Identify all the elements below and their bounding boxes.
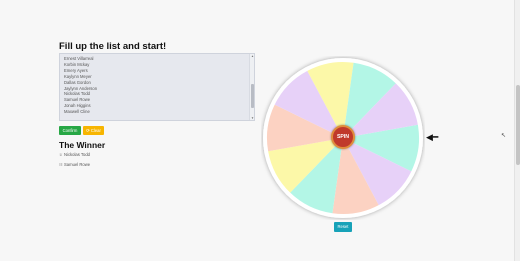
winner-title: The Winner (59, 140, 106, 150)
winner-item: ♕Nickolas Todd (59, 152, 90, 157)
arrow-left-icon: ◀━ (426, 132, 439, 142)
winner-item: ☷Samuel Rowe (59, 162, 90, 167)
winner-name: Nickolas Todd (64, 152, 90, 157)
scroll-up-icon[interactable]: ▲ (250, 54, 254, 58)
textarea-scrollbar[interactable]: ▲ ▼ (249, 54, 254, 120)
names-list: Ernest Villarreal Korbin Mckay Emery Ayers… (60, 54, 254, 115)
winner-name: Samuel Rowe (64, 162, 91, 167)
page-title: Fill up the list and start! (59, 41, 167, 52)
spin-button[interactable]: SPIN (331, 125, 355, 149)
mouse-cursor-icon: ↖ (501, 133, 507, 139)
page: Fill up the list and start! Ernest Villa… (0, 0, 520, 261)
list-item: Maxwell Cline (64, 109, 90, 115)
names-textarea[interactable]: Ernest Villarreal Korbin Mckay Emery Ayers… (59, 53, 255, 121)
confirm-button[interactable]: Confirm (59, 126, 81, 135)
page-scrollbar[interactable] (514, 0, 520, 261)
refresh-icon: ⟳ (86, 128, 90, 133)
clear-button-label: Clear (90, 128, 101, 133)
scroll-thumb[interactable] (251, 84, 254, 108)
page-scroll-thumb[interactable] (516, 85, 520, 165)
list-icon: ☷ (59, 162, 63, 167)
trophy-icon: ♕ (59, 152, 63, 157)
scroll-down-icon[interactable]: ▼ (250, 116, 254, 120)
clear-button[interactable]: ⟳Clear (83, 126, 104, 135)
reset-button[interactable]: Reset (334, 222, 352, 232)
